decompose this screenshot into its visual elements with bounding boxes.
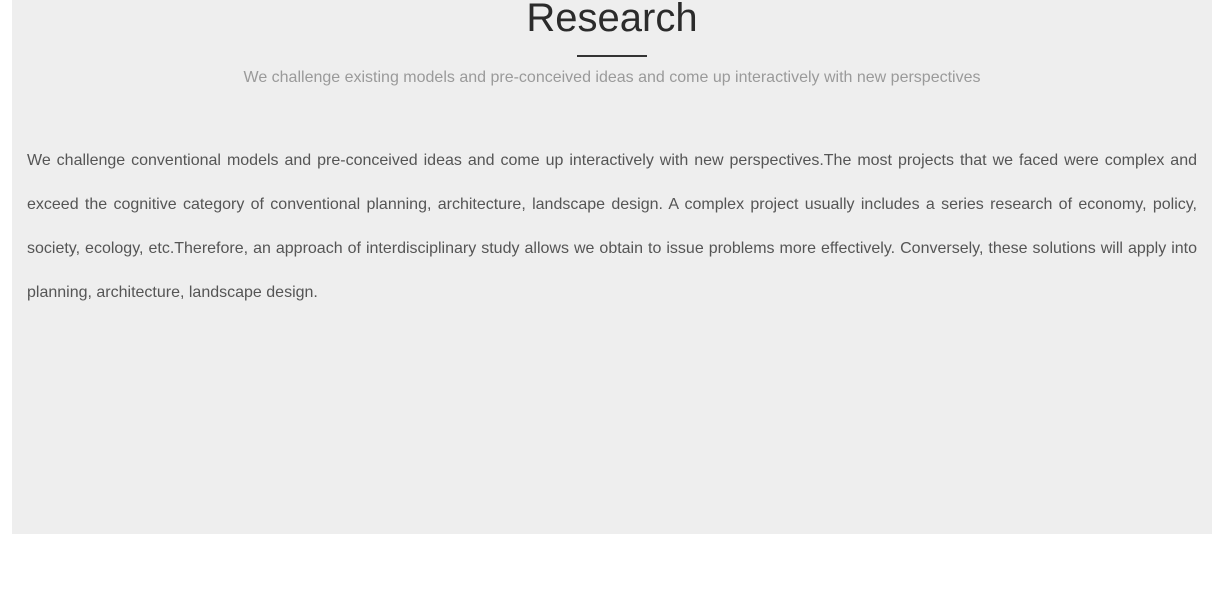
title-divider — [577, 55, 647, 57]
section-body-text: We challenge conventional models and pre… — [27, 152, 1197, 301]
section-title: Research — [526, 0, 698, 40]
research-section: Research We challenge existing models an… — [12, 0, 1212, 534]
section-subtitle: We challenge existing models and pre-con… — [243, 69, 981, 86]
